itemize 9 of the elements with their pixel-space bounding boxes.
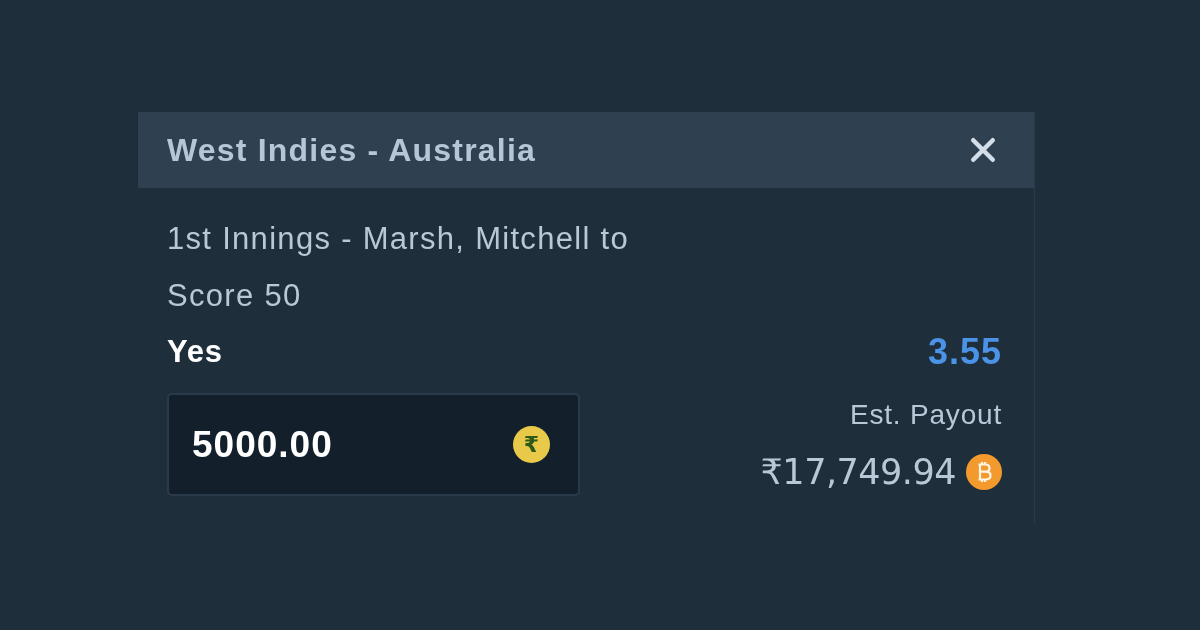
selection-label: Yes: [167, 334, 223, 370]
close-icon: [970, 137, 996, 163]
close-button[interactable]: [968, 135, 998, 165]
dialog-title: West Indies - Australia: [167, 131, 537, 169]
odds-value: 3.55: [927, 331, 1002, 373]
market-description: 1st Innings - Marsh, Mitchell to Score 50: [167, 220, 630, 315]
payout-label: Est. Payout: [850, 399, 1002, 431]
bitcoin-coin-icon: [966, 454, 1002, 490]
payout-amount: ₹17,749.94: [760, 452, 956, 492]
